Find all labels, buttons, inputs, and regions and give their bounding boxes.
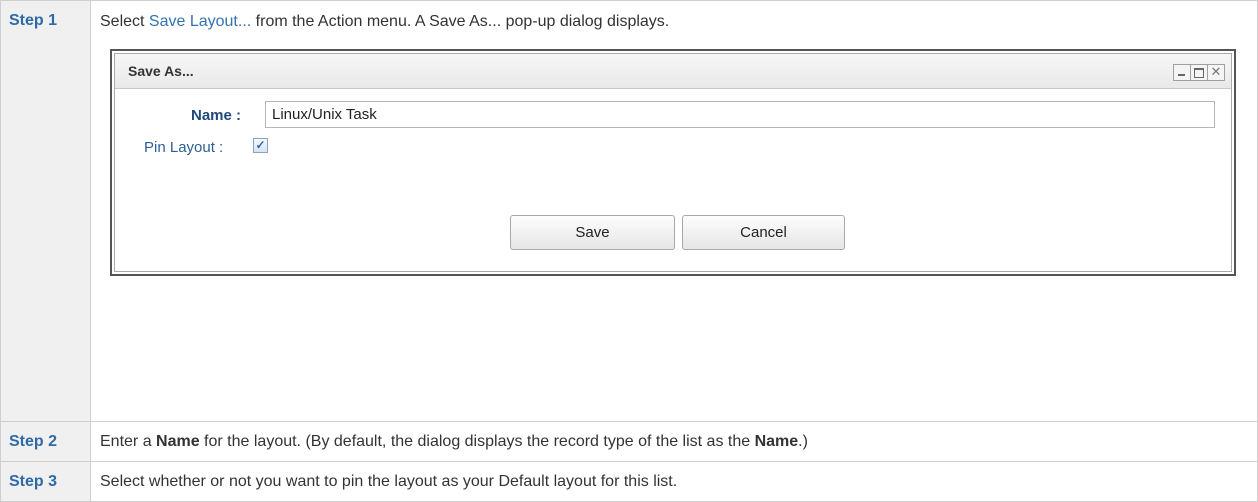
step-row-1: Step 1 Select Save Layout... from the Ac…	[0, 0, 1258, 422]
dialog-body: Save As... ✕ Name : Pin Layout : ✓ Save …	[114, 53, 1232, 272]
dialog-title: Save As...	[128, 63, 194, 79]
pin-layout-checkbox[interactable]: ✓	[253, 138, 268, 153]
name-field[interactable]	[265, 101, 1215, 128]
save-button[interactable]: Save	[510, 215, 675, 250]
step-text: for the layout. (By default, the dialog …	[199, 433, 755, 450]
maximize-icon[interactable]	[1191, 65, 1208, 80]
cancel-button[interactable]: Cancel	[682, 215, 845, 250]
step-text: .)	[798, 433, 808, 450]
step-label-cell: Step 3	[0, 461, 91, 502]
close-icon[interactable]: ✕	[1208, 65, 1224, 80]
steps-table: Step 1 Select Save Layout... from the Ac…	[0, 0, 1258, 502]
step-2-text: Enter a Name for the layout. (By default…	[91, 422, 1257, 452]
step-1-text: Select Save Layout... from the Action me…	[91, 1, 1257, 32]
step-description-cell: Enter a Name for the layout. (By default…	[90, 421, 1258, 462]
step-label: Step 3	[9, 473, 58, 490]
step-row-3: Step 3 Select whether or not you want to…	[0, 461, 1258, 502]
save-layout-link[interactable]: Save Layout...	[149, 13, 251, 30]
minimize-icon[interactable]	[1174, 65, 1191, 80]
step-text: Select	[100, 13, 149, 30]
step-label-cell: Step 1	[0, 0, 91, 422]
step-bold-text: Name	[156, 433, 200, 450]
step-text: Enter a	[100, 433, 157, 450]
step-description-cell: Select Save Layout... from the Action me…	[90, 0, 1258, 422]
step-3-text: Select whether or not you want to pin th…	[100, 473, 678, 490]
step-text: from the Action menu. A Save As... pop-u…	[251, 13, 670, 30]
step-bold-text: Name	[754, 433, 799, 450]
dialog-titlebar[interactable]: Save As... ✕	[115, 54, 1231, 89]
save-as-dialog: Save As... ✕ Name : Pin Layout : ✓ Save …	[110, 49, 1236, 276]
window-controls: ✕	[1173, 64, 1225, 81]
step-label-cell: Step 2	[0, 421, 91, 462]
step-label: Step 1	[9, 12, 58, 29]
step-label: Step 2	[9, 433, 58, 450]
pin-layout-label: Pin Layout :	[144, 139, 224, 156]
step-description-cell: Select whether or not you want to pin th…	[90, 461, 1258, 502]
step-row-2: Step 2 Enter a Name for the layout. (By …	[0, 421, 1258, 462]
name-label: Name :	[191, 107, 242, 124]
